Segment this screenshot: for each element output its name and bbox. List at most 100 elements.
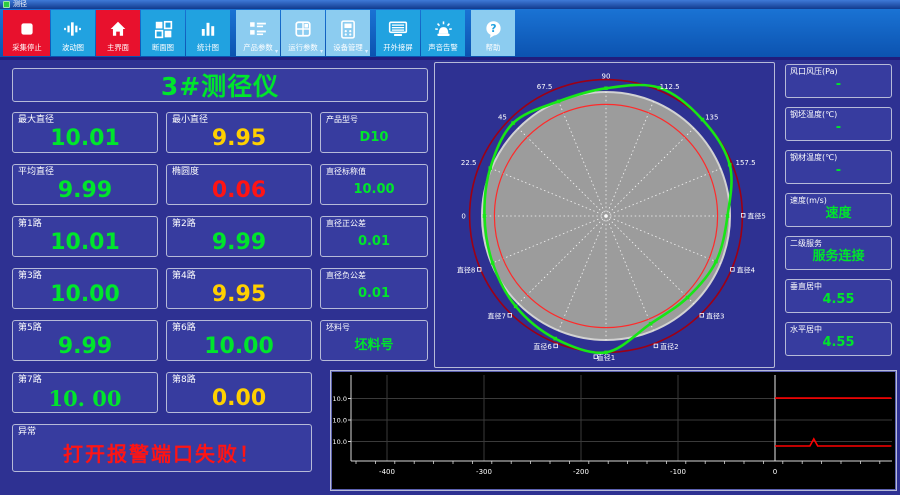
- metric-cell: 平均直径 9.99: [12, 164, 158, 205]
- status-value[interactable]: 服务连接: [790, 248, 887, 265]
- metric-value: 9.99: [211, 230, 267, 255]
- y-tick-label: 10.0: [333, 395, 347, 403]
- app-window: 测径 采集停止 波动图 主界面 断面图 统计图 产品参数 ▾ 运行参数 ▾ 设备…: [0, 0, 900, 495]
- profile-point-marker: [714, 259, 718, 264]
- window-title: 测径: [13, 0, 27, 8]
- metric-value: 0.06: [211, 178, 267, 203]
- status-box: 二级服务 服务连接: [785, 236, 892, 270]
- metric-value: 坯料号: [354, 338, 394, 353]
- abnormal-label: 异常: [18, 427, 37, 437]
- status-value: -: [835, 163, 842, 178]
- toolbar-button[interactable]: 主界面: [96, 10, 140, 56]
- toolbar-button-label: 运行参数: [288, 43, 318, 52]
- toolbar-button-label: 主界面: [106, 43, 130, 52]
- metric-value: 9.95: [211, 282, 267, 307]
- polar-center-dot: [604, 214, 608, 218]
- abnormal-message: 打开报警端口失败！: [63, 442, 261, 466]
- metric-label: 第5路: [18, 323, 42, 333]
- diameter-label: 直径3: [706, 312, 724, 321]
- product-params-icon: [249, 17, 267, 41]
- metric-label: 产品型号: [326, 115, 358, 124]
- profile-point-marker: [482, 214, 487, 218]
- cross-section-chart: 0 22.5 45 67.5 90 112.5 135 157.5 直径5 直径4 直径3 直径2 直径…: [457, 72, 766, 361]
- profile-point-marker: [488, 166, 493, 170]
- metric-cell: 第1路 10.01: [12, 216, 158, 257]
- toolbar-button-label: 帮助: [485, 43, 501, 52]
- profile-point-marker: [700, 117, 705, 122]
- metric-cell: 第4路 9.95: [166, 268, 312, 309]
- toolbar-button[interactable]: 统计图: [186, 10, 230, 56]
- dropdown-caret-icon: ▾: [274, 48, 278, 55]
- dropdown-caret-icon: ▾: [364, 48, 368, 55]
- toolbar-shadow: [0, 57, 900, 60]
- metric-cell: 直径标称值 10.00: [320, 164, 428, 205]
- metric-value: 10.01: [50, 126, 120, 151]
- abnormal-box: 异常 打开报警端口失败！: [12, 424, 312, 472]
- diameter-label: 直径7: [488, 312, 506, 321]
- profile-point-marker: [490, 261, 495, 265]
- toolbar-button[interactable]: 开外接屏: [376, 10, 420, 56]
- y-tick-label: 10.0: [333, 417, 347, 425]
- x-tick-label: -300: [476, 468, 492, 476]
- profile-point-marker: [513, 304, 518, 309]
- status-label: 速度(m/s): [790, 196, 827, 205]
- metric-label: 平均直径: [18, 167, 55, 177]
- metric-value: 10.00: [50, 282, 120, 307]
- run-params-icon: [294, 17, 312, 41]
- profile-point-marker: [553, 336, 558, 341]
- external-screen-icon: [388, 17, 408, 41]
- metric-cell: 第2路 9.99: [166, 216, 312, 257]
- angle-label: 22.5: [461, 159, 477, 167]
- status-label: 钢材温度(℃): [790, 153, 838, 162]
- toolbar-button[interactable]: 产品参数 ▾: [236, 10, 280, 56]
- angle-label: 90: [602, 72, 611, 80]
- metric-label: 第7路: [18, 375, 42, 385]
- metric-value: D10: [359, 130, 389, 145]
- home-icon: [109, 17, 127, 41]
- metric-label: 最大直径: [18, 115, 55, 125]
- metric-cell: 椭圆度 0.06: [166, 164, 312, 205]
- metric-label: 最小直径: [172, 115, 209, 125]
- metric-label: 坯料号: [326, 323, 350, 332]
- status-box: 钢坯温度(℃) -: [785, 107, 892, 141]
- toolbar-button[interactable]: ? 帮助: [471, 10, 515, 56]
- toolbar-button[interactable]: 断面图: [141, 10, 185, 56]
- angle-label: 135: [705, 113, 718, 121]
- trend-chart: 10.0 10.0 10.0 -400 -300 -200 -100 0: [333, 375, 892, 476]
- toolbar-button-label: 波动图: [61, 43, 85, 52]
- metric-label: 直径标称值: [326, 167, 366, 176]
- metric-label: 椭圆度: [172, 167, 200, 177]
- metric-cell: 直径负公差 0.01: [320, 268, 428, 309]
- toolbar-button[interactable]: 采集停止: [3, 10, 50, 56]
- metric-value: 10.00: [204, 334, 274, 359]
- help-icon: ?: [484, 17, 503, 41]
- dropdown-caret-icon: ▾: [319, 48, 323, 55]
- x-tick-label: -400: [379, 468, 395, 476]
- metric-value: 10. 00: [48, 386, 122, 411]
- barchart-icon: [199, 17, 217, 41]
- toolbar-button-label: 断面图: [151, 43, 175, 52]
- toolbar-button[interactable]: 运行参数 ▾: [281, 10, 325, 56]
- profile-point-marker: [725, 214, 730, 218]
- metric-cell: 第6路 10.00: [166, 320, 312, 361]
- toolbar-button[interactable]: 声音告警: [421, 10, 465, 56]
- status-label: 风口风压(Pa): [790, 67, 838, 76]
- alarm-icon: [434, 17, 453, 41]
- metric-cell: 第5路 9.99: [12, 320, 158, 361]
- toolbar-button[interactable]: 波动图: [51, 10, 95, 56]
- status-value: -: [835, 77, 842, 92]
- profile-point-marker: [511, 121, 515, 125]
- metric-label: 第6路: [172, 323, 196, 333]
- toolbar-button[interactable]: 设备管理 ▾: [326, 10, 370, 56]
- status-value[interactable]: 速度: [790, 205, 887, 222]
- profile-point-marker: [685, 295, 690, 300]
- status-box: 水平居中 4.55: [785, 322, 892, 356]
- metric-value: 9.99: [57, 178, 113, 203]
- status-box: 钢材温度(℃) -: [785, 150, 892, 184]
- status-value: -: [835, 120, 842, 135]
- angle-label: 112.5: [660, 83, 680, 91]
- metric-value: 0.01: [357, 286, 391, 301]
- metric-cell: 第8路 0.00: [166, 372, 312, 413]
- metric-value: 10.01: [50, 230, 120, 255]
- profile-point-marker: [604, 86, 608, 91]
